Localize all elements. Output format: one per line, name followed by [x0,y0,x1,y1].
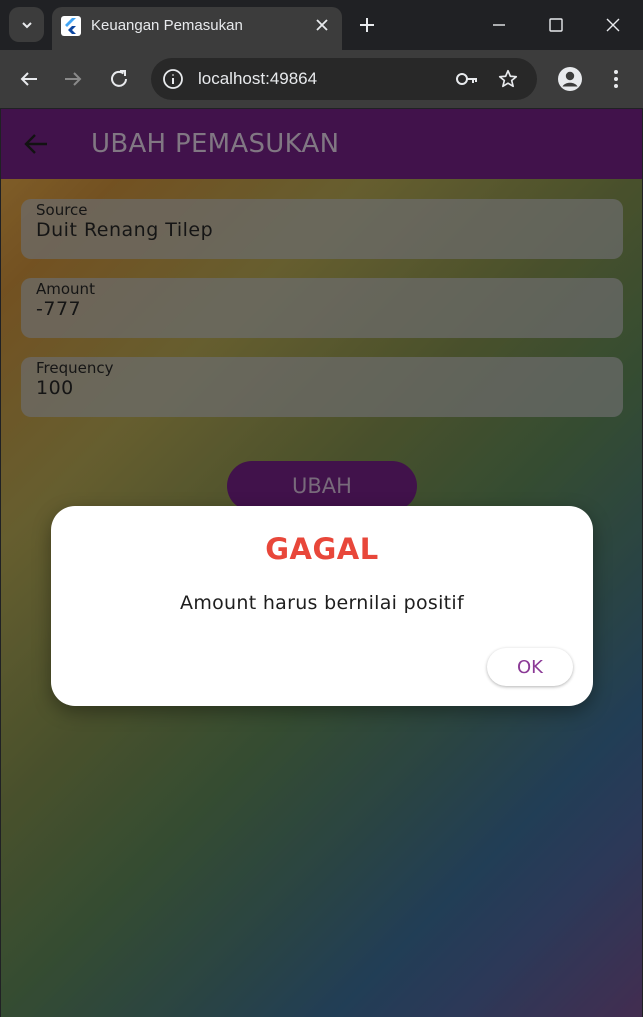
app-viewport: UBAH PEMASUKAN Source Duit Renang Tilep … [1,109,642,1017]
ok-button[interactable]: OK [487,648,573,686]
browser-tab[interactable]: Keuangan Pemasukan [52,7,342,50]
key-icon[interactable] [455,69,479,89]
browser-toolbar: localhost:49864 [0,50,643,108]
dialog-title: GAGAL [265,532,379,566]
address-bar[interactable]: localhost:49864 [151,58,537,100]
reload-icon[interactable] [107,67,131,91]
kebab-menu-icon[interactable] [604,67,628,91]
minimize-icon[interactable] [486,12,512,38]
new-tab-icon[interactable] [356,14,378,36]
flutter-icon [61,16,81,36]
profile-icon[interactable] [557,66,583,92]
error-dialog: GAGAL Amount harus bernilai positif OK [51,506,593,706]
close-tab-icon[interactable] [312,15,332,35]
chevron-down-icon [21,21,32,28]
tab-title: Keuangan Pemasukan [91,17,243,34]
forward-icon[interactable] [61,67,85,91]
tab-strip: Keuangan Pemasukan [0,0,643,50]
maximize-icon[interactable] [543,12,569,38]
window-close-icon[interactable] [600,12,626,38]
tab-search-button[interactable] [9,7,44,42]
back-icon[interactable] [17,67,41,91]
site-info-icon[interactable] [161,67,185,91]
bookmark-star-icon[interactable] [497,68,519,90]
dialog-message: Amount harus bernilai positif [180,592,464,614]
url-text: localhost:49864 [198,69,318,88]
